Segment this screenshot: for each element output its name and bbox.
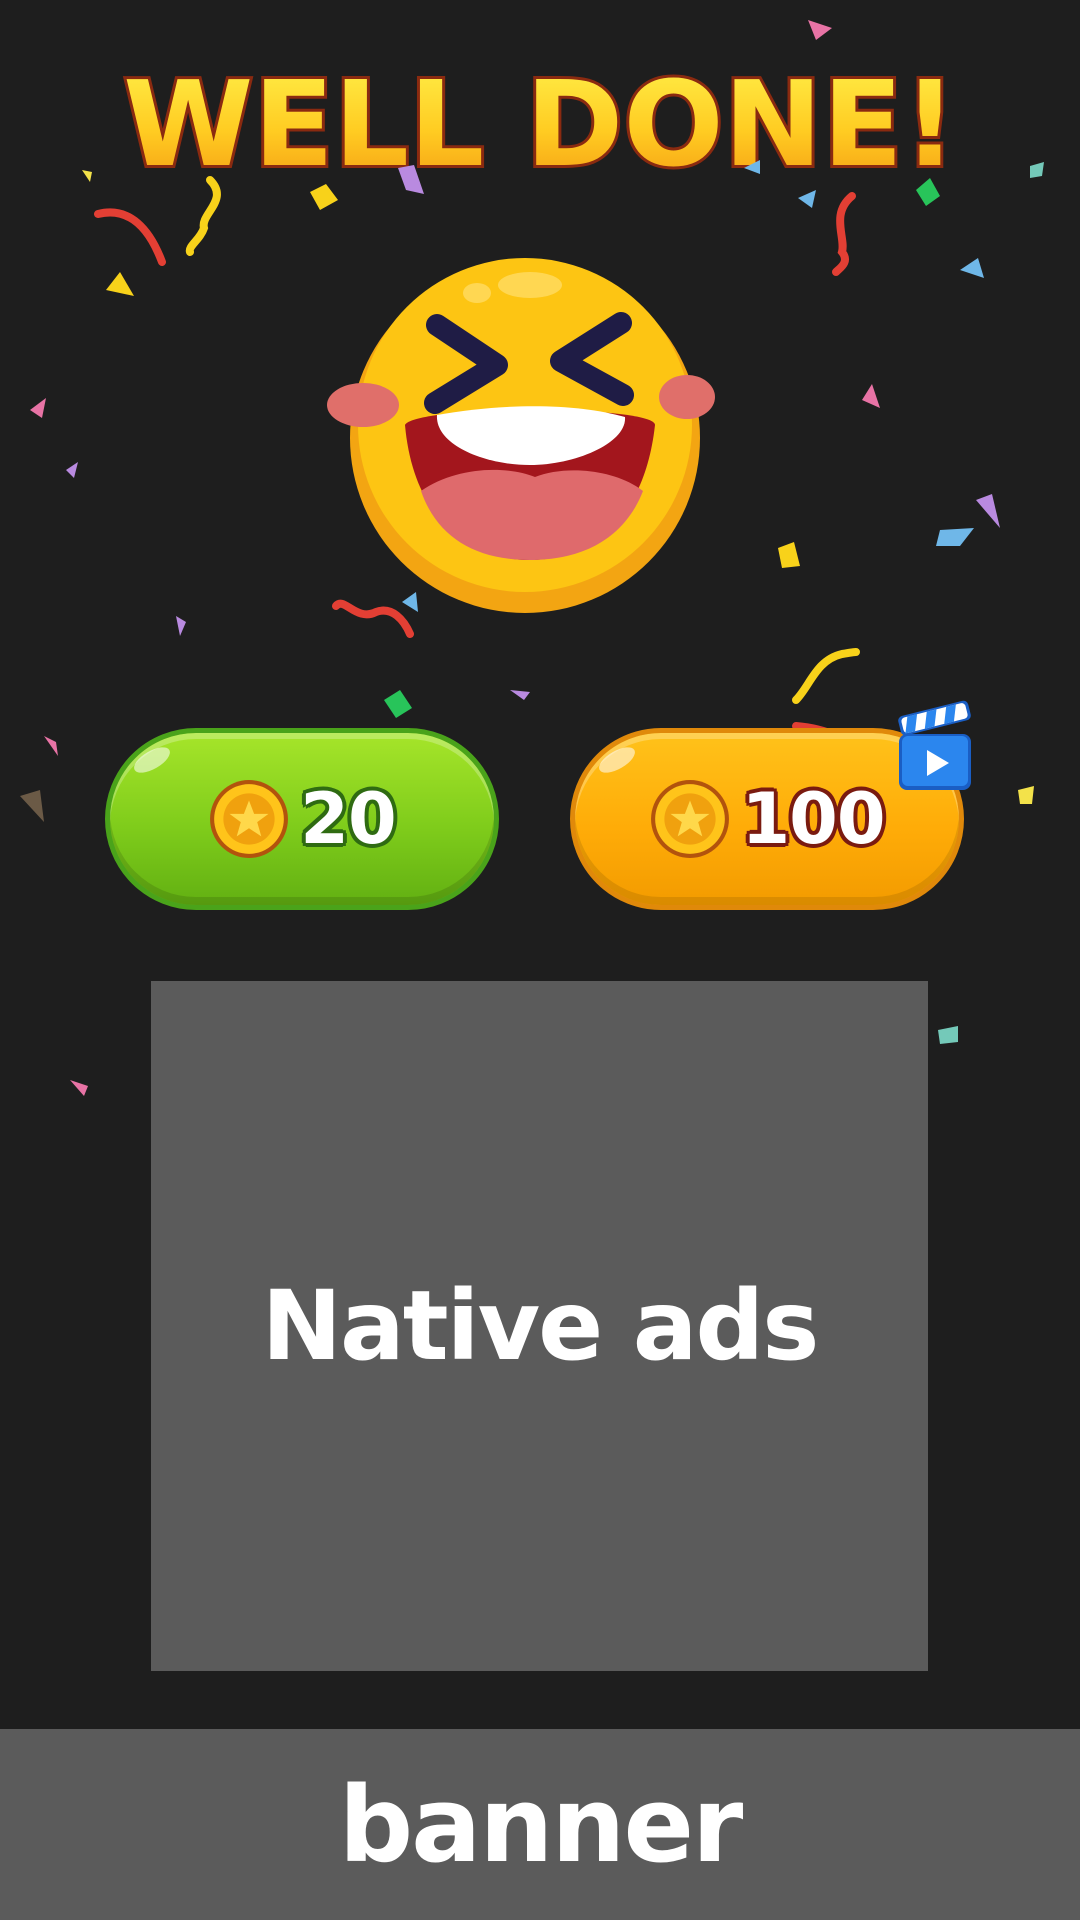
coin-icon <box>651 780 730 858</box>
native-ads-label: Native ads <box>261 1270 820 1382</box>
banner-ad-placeholder[interactable]: banner <box>0 1729 1080 1920</box>
button-shine <box>130 742 174 778</box>
reward-amount: 20 <box>300 778 396 860</box>
well-done-title: WELL DONE! <box>120 52 960 196</box>
video-clapperboard-icon <box>898 700 971 790</box>
coin-icon <box>210 780 289 858</box>
claim-20-coins-button[interactable]: 20 <box>105 728 499 910</box>
native-ads-placeholder[interactable]: Native ads <box>151 981 928 1671</box>
banner-label: banner <box>338 1763 744 1886</box>
reward-amount: 100 <box>741 778 885 860</box>
title-text: WELL DONE! <box>123 55 957 193</box>
button-shine <box>595 742 639 778</box>
laughing-face-emoji <box>327 258 715 613</box>
